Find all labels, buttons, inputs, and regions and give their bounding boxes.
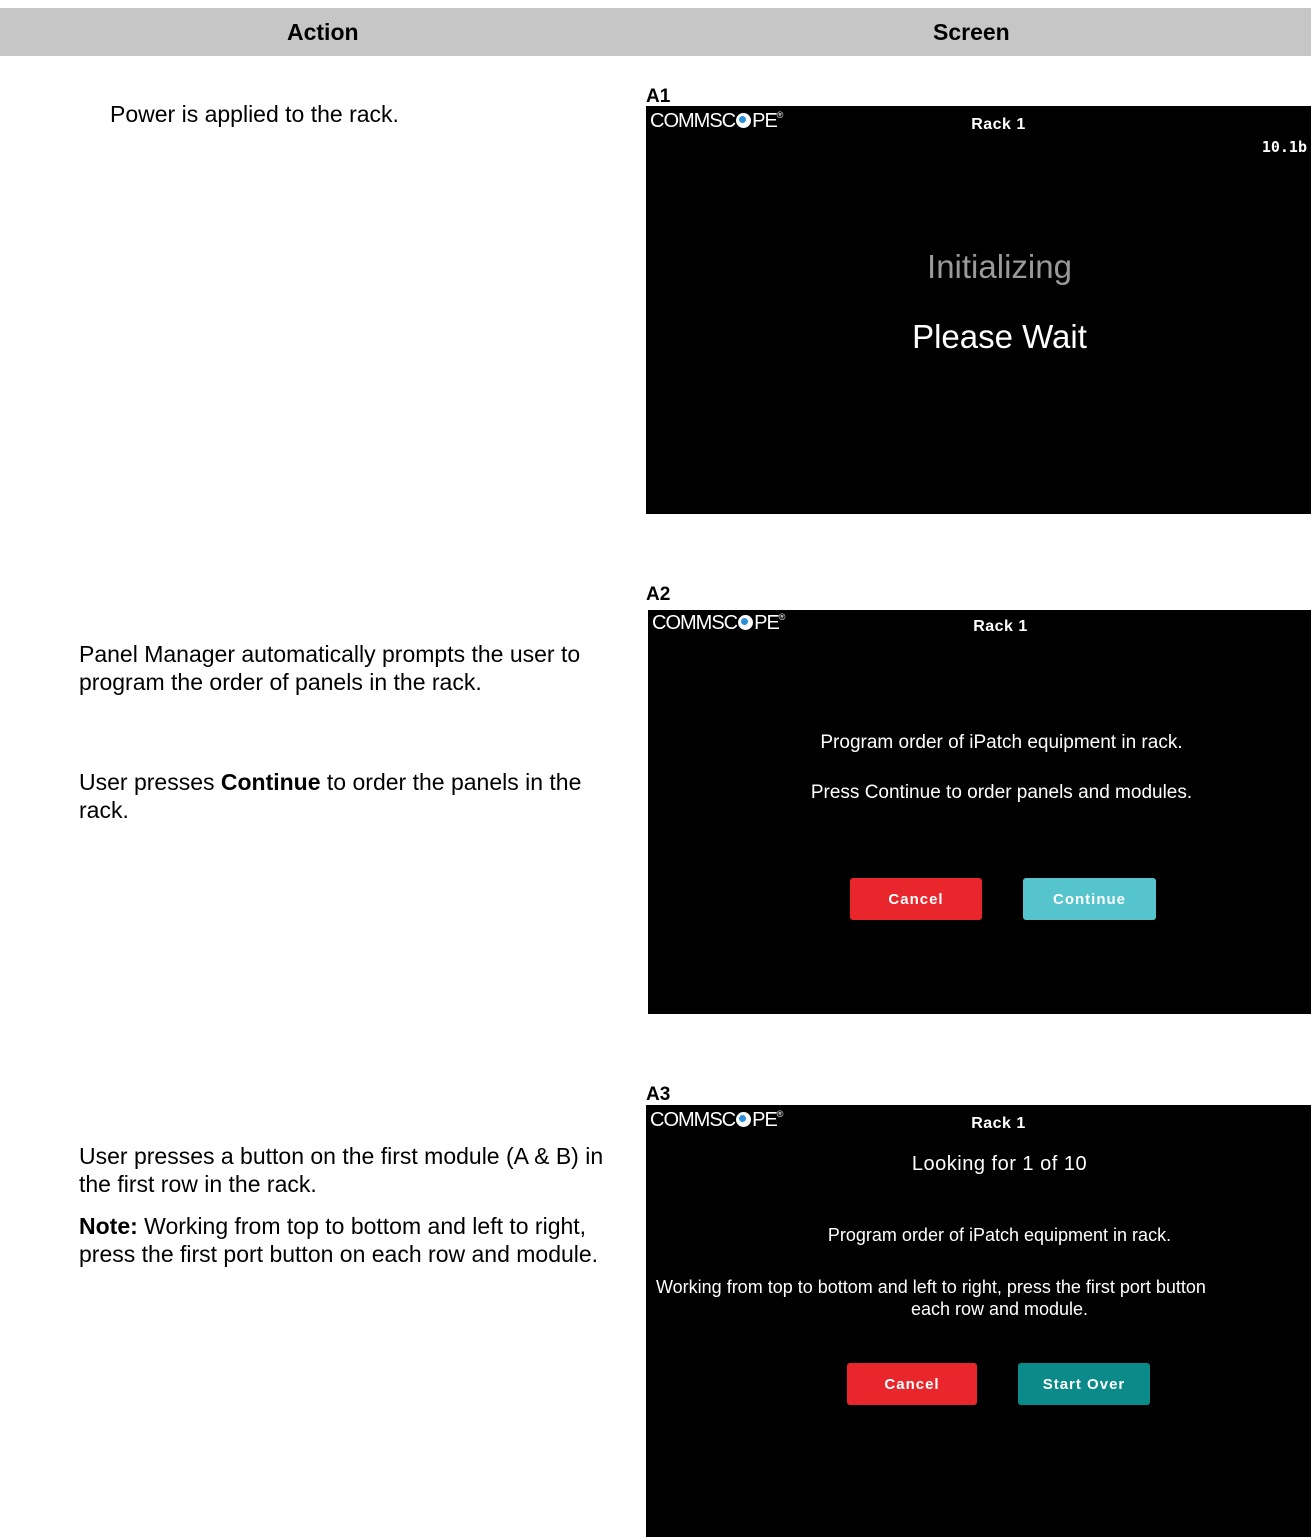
step-a3-label: A3 [646,1084,671,1105]
step-a1-action-text: Power is applied to the rack. [110,101,399,127]
continue-button[interactable]: Continue [1023,878,1156,920]
column-header-action: Action [287,19,359,45]
please-wait-text: Please Wait [912,318,1087,355]
column-header-screen: Screen [933,19,1010,45]
program-order-text: Program order of iPatch equipment in rac… [827,1225,1172,1245]
step-a3-action-p1: User presses a button on the first modul… [79,1143,604,1197]
table-header: Action Screen [0,8,1311,56]
start-over-button[interactable]: Start Over [1018,1363,1150,1405]
step-a3-action: User presses a button on the first modul… [79,1142,619,1198]
initializing-text: Initializing [927,248,1072,285]
cancel-button[interactable]: Cancel [847,1363,977,1405]
press-continue-text: Press Continue to order panels and modul… [810,782,1193,803]
note-label: Note: [79,1213,138,1239]
step-a2-screen: COMMSC PE® Rack 1 Program order of iPatch… [648,610,1311,1014]
step-a3-note: Note: Working from top to bottom and lef… [79,1212,619,1268]
rack-title: Rack 1 [971,116,1026,133]
step-a1-screen: COMMSC PE® Rack 1 10.1b Initializing Plea… [646,106,1311,517]
rack-title: Rack 1 [973,618,1028,635]
step-a1-label: A1 [646,86,671,107]
looking-for-text: Looking for 1 of 10 [911,1153,1088,1175]
working-instructions-line2: each row and module. [910,1299,1089,1319]
step-a2-label: A2 [646,584,671,605]
step-a3-screen: COMMSC PE® Rack 1 Looking for 1 of 10 Pro… [646,1105,1311,1537]
working-instructions-line1: Working from top to bottom and left to r… [656,1277,1206,1297]
continue-emphasis: Continue [220,769,321,795]
step-a1-action: Power is applied to the rack. [110,100,650,128]
step-a2-action: Panel Manager automatically prompts the … [79,640,619,696]
cancel-button[interactable]: Cancel [850,878,982,920]
rack-title: Rack 1 [971,1115,1026,1132]
step-a2-action-p1: Panel Manager automatically prompts the … [79,641,581,695]
program-order-text: Program order of iPatch equipment in rac… [820,732,1183,753]
note-text: Working from top to bottom and left to r… [79,1213,599,1267]
step-a2-action-2: User presses Continue to order the panel… [79,769,582,823]
version-label: 10.1b [1261,138,1307,156]
